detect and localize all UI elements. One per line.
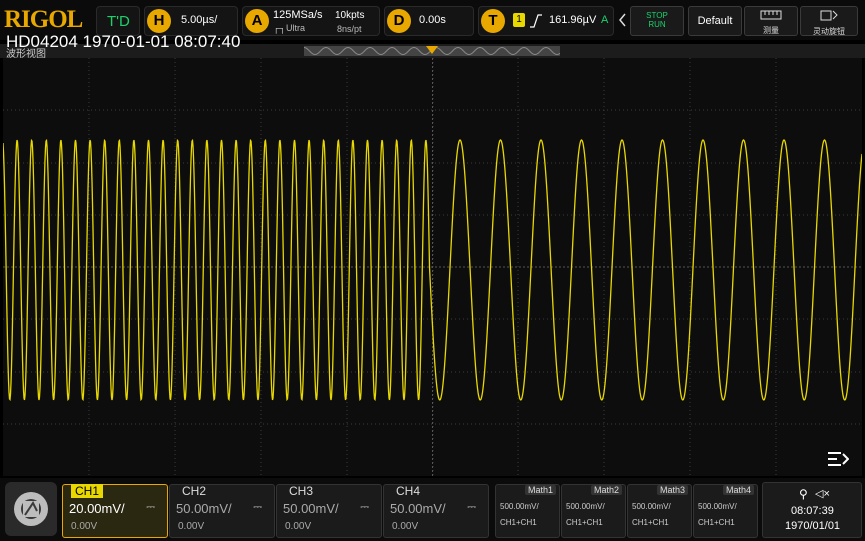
channel-offset: 0.00V (178, 521, 205, 532)
coupling-icon: ⎓ (467, 501, 476, 513)
stop-label: STOP (646, 11, 668, 20)
math-scale: 500.00mV/ (500, 502, 539, 511)
channel-name: CH1 (71, 484, 104, 498)
status-panel[interactable]: ⚲ ◁× 08:07:39 1970/01/01 (762, 482, 862, 538)
math-scale: 500.00mV/ (566, 502, 605, 511)
channel-box-ch4[interactable]: CH4 50.00mV/ ⎓ 0.00V (383, 484, 489, 538)
math-name: Math1 (524, 485, 556, 495)
stop-run-button[interactable]: STOP RUN (630, 6, 684, 36)
channel-scale: 50.00mV/ (283, 501, 339, 516)
memory-depth: 10kpts (335, 10, 365, 21)
trigger-panel[interactable]: T 1 161.96µV A (478, 6, 614, 36)
math-source: CH1+CH1 (632, 518, 669, 527)
math-box-4[interactable]: Math4 500.00mV/CH1+CH1 (693, 484, 758, 538)
delay-icon: D (387, 9, 411, 33)
acquire-mode-icon: ┌┐ (273, 23, 286, 33)
trigger-icon: T (481, 9, 505, 33)
speaker-mute-icon: ◁× (815, 488, 830, 500)
math-source: CH1+CH1 (566, 518, 603, 527)
chevron-left-icon[interactable] (618, 12, 628, 28)
wizard-label: 灵动旋钮 (813, 27, 845, 36)
usb-icon: ⚲ (799, 487, 808, 501)
math-source: CH1+CH1 (698, 518, 735, 527)
brand-logo: RIGOL (4, 6, 83, 33)
math-box-3[interactable]: Math3 500.00mV/CH1+CH1 (627, 484, 692, 538)
home-button[interactable] (5, 482, 57, 536)
measure-label: 测量 (763, 26, 779, 35)
channel-name: CH2 (182, 484, 207, 498)
wizard-knob-button[interactable]: 灵动旋钮 (800, 6, 858, 36)
rising-edge-icon (530, 14, 542, 28)
math-name: Math3 (656, 485, 688, 495)
run-label: RUN (648, 20, 666, 29)
time-per-point: 8ns/pt (337, 24, 362, 34)
math-box-1[interactable]: Math1 500.00mV/CH1+CH1 (495, 484, 560, 538)
channel-box-ch2[interactable]: CH2 50.00mV/ ⎓ 0.00V (169, 484, 275, 538)
gear-icon (14, 492, 48, 526)
coupling-icon: ⎓ (360, 501, 369, 513)
delay-value: 0.00s (419, 14, 446, 26)
acquire-icon: A (245, 9, 269, 33)
default-label: Default (697, 15, 733, 27)
channel-name: CH3 (289, 484, 314, 498)
acquire-panel[interactable]: A 125MSa/s ┌┐ Ultra 10kpts 8ns/pt (242, 6, 380, 36)
math-name: Math2 (590, 485, 622, 495)
channel-box-ch1[interactable]: CH1 20.00mV/ ⎓ 0.00V (62, 484, 168, 538)
channel-offset: 0.00V (285, 521, 312, 532)
channel-offset: 0.00V (71, 521, 98, 532)
channel-scale: 20.00mV/ (69, 501, 125, 516)
clock-date: 1970/01/01 (785, 520, 841, 532)
measure-button[interactable]: 测量 (744, 6, 798, 36)
overview-waveform (304, 46, 560, 56)
clock-time: 08:07:39 (791, 505, 834, 517)
delay-panel[interactable]: D 0.00s (384, 6, 474, 36)
math-name: Math4 (722, 485, 754, 495)
channel-offset: 0.00V (392, 521, 419, 532)
math-box-2[interactable]: Math2 500.00mV/CH1+CH1 (561, 484, 626, 538)
ruler-icon (760, 10, 782, 20)
trigger-mode: A (601, 14, 609, 26)
math-scale: 500.00mV/ (632, 502, 671, 511)
waveform-display[interactable] (2, 58, 863, 476)
trigger-source-badge: 1 (513, 13, 525, 27)
channel-box-ch3[interactable]: CH3 50.00mV/ ⎓ 0.00V (276, 484, 382, 538)
horizontal-timebase: 5.00µs/ (181, 14, 218, 26)
knob-icon (820, 10, 838, 21)
coupling-icon: ⎓ (253, 501, 262, 513)
math-scale: 500.00mV/ (698, 502, 737, 511)
acquire-mode: Ultra (286, 23, 306, 33)
channel-scale: 50.00mV/ (176, 501, 232, 516)
trigger-level: 161.96µV (549, 14, 597, 26)
coupling-icon: ⎓ (146, 501, 155, 513)
default-button[interactable]: Default (688, 6, 742, 36)
math-source: CH1+CH1 (500, 518, 537, 527)
menu-collapse-icon[interactable] (827, 450, 849, 468)
graticule-and-trace (2, 58, 863, 476)
channel-scale: 50.00mV/ (390, 501, 446, 516)
horizontal-icon: H (147, 9, 171, 33)
sample-rate: 125MSa/s (273, 9, 323, 21)
channel-name: CH4 (396, 484, 421, 498)
trigger-state-label: T'D (107, 13, 130, 30)
